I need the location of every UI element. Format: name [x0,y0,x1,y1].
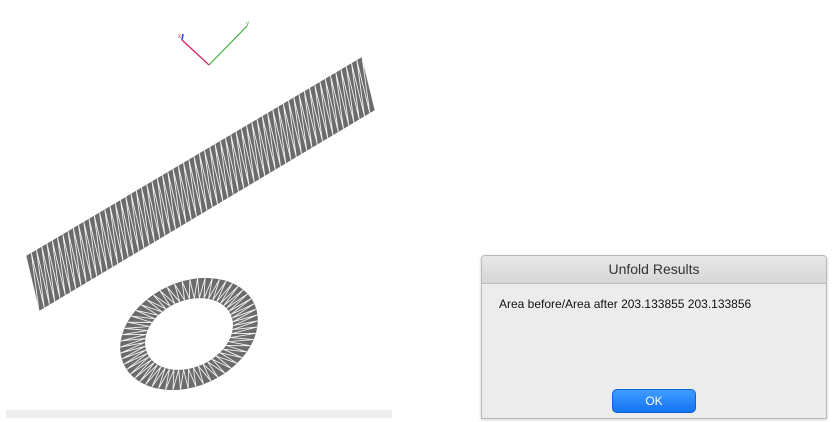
axis-y-line [208,25,248,66]
mesh-canvas[interactable]: y x [6,0,392,418]
axis-y-label: y [246,21,249,27]
cylinder-mesh [119,277,259,391]
unfolded-strip-mesh [25,56,376,312]
axis-x-label: x [178,34,181,40]
dialog-title: Unfold Results [482,256,826,284]
unfold-results-dialog: Unfold Results Area before/Area after 20… [481,255,827,419]
ok-button[interactable]: OK [612,389,696,413]
viewport-bottom-edge [6,410,392,418]
3d-viewport[interactable]: y x [6,0,392,418]
axis-z-line [181,33,184,41]
app-window: y x Unfold Results Area before/Area afte… [0,0,836,422]
axis-x-line [181,39,210,66]
dialog-message: Area before/Area after 203.133855 203.13… [499,297,752,311]
axis-gizmo: y x [178,21,249,66]
